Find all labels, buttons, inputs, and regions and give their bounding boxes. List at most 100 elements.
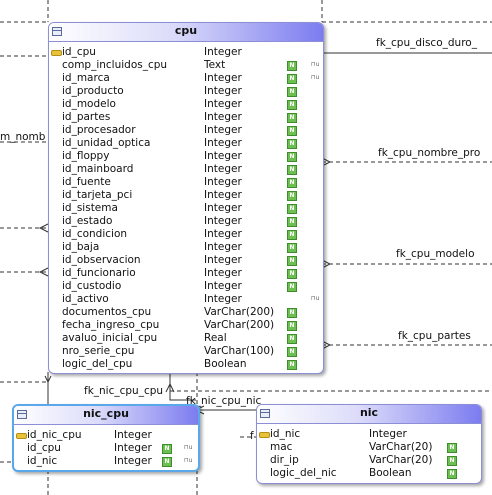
rel-label-fk-nic-cpu-cpu[interactable]: fk_nic_cpu_cpu [84,385,163,397]
key-icon [16,433,27,439]
field-row[interactable]: id_nic Integer [257,428,481,441]
field-name: id_unidad_optica [62,137,151,149]
not-null-icon: N [287,165,297,175]
not-null-icon: N [287,308,297,318]
field-type: Integer [204,241,242,253]
field-row[interactable]: comp_incluidos_cpu Text N ⊓u [49,59,323,72]
field-row[interactable]: id_activo Integer ⊓u [49,293,323,306]
entity-header[interactable]: cpu [49,23,323,42]
field-name: id_custodio [62,280,122,292]
not-null-icon: N [162,457,172,467]
field-name: id_marca [62,72,110,84]
field-row[interactable]: id_modelo Integer N [49,98,323,111]
field-row[interactable]: logic_del_nic Boolean N [257,467,481,480]
field-row[interactable]: id_sistema Integer N [49,202,323,215]
field-row[interactable]: id_partes Integer N [49,111,323,124]
field-row[interactable]: mac VarChar(20) N [257,441,481,454]
field-row[interactable]: id_cpu Integer [49,46,323,59]
entity-title: cpu [174,24,198,37]
foreign-key-icon: ⊓u [184,444,193,451]
not-null-icon: N [287,347,297,357]
field-name: id_estado [62,215,113,227]
entity-nic-cpu[interactable]: nic_cpu id_nic_cpu Integer id_cpu Integer N ⊓… [12,404,200,472]
field-row[interactable]: id_tarjeta_pci Integer N [49,189,323,202]
field-name: id_condicion [62,228,128,240]
field-row[interactable]: id_cpu Integer N ⊓u [14,442,198,455]
field-row[interactable]: id_fuente Integer N [49,176,323,189]
field-type: Integer [204,215,242,227]
field-row[interactable]: id_procesador Integer N [49,124,323,137]
field-name: comp_incluidos_cpu [62,59,168,71]
entity-nic[interactable]: nic id_nic Integer mac VarChar(20) Ndir_ip Va… [256,404,482,484]
field-row[interactable]: id_custodio Integer N [49,280,323,293]
field-name: id_mainboard [62,163,134,175]
field-row[interactable]: id_observacion Integer N [49,254,323,267]
rel-label-partial[interactable]: f [250,430,254,442]
field-row[interactable]: id_producto Integer N [49,85,323,98]
not-null-icon: N [287,87,297,97]
entity-header[interactable]: nic [257,405,481,424]
not-null-icon: N [287,321,297,331]
field-name: documentos_cpu [62,306,152,318]
field-row[interactable]: avaluo_inicial_cpu Real N [49,332,323,345]
field-row[interactable]: id_mainboard Integer N [49,163,323,176]
key-icon [51,50,62,56]
field-row[interactable]: id_estado Integer N [49,215,323,228]
field-name: id_cpu [62,46,96,58]
field-row[interactable]: id_floppy Integer N [49,150,323,163]
not-null-icon: N [287,139,297,149]
field-name: id_procesador [62,124,136,136]
not-null-icon: N [287,178,297,188]
field-type: Integer [204,176,242,188]
field-type: Integer [204,163,242,175]
not-null-icon: N [287,282,297,292]
field-name: id_cpu [27,442,61,454]
not-null-icon: N [447,469,457,479]
entity-header[interactable]: nic_cpu [14,406,198,425]
field-type: Integer [204,267,242,279]
field-row[interactable]: fecha_ingreso_cpu VarChar(200) N [49,319,323,332]
not-null-icon: N [162,444,172,454]
field-type: Real [204,332,227,344]
field-row[interactable]: documentos_cpu VarChar(200) N [49,306,323,319]
field-row[interactable]: nro_serie_cpu VarChar(100) N [49,345,323,358]
field-type: Integer [204,202,242,214]
field-row[interactable]: id_unidad_optica Integer N [49,137,323,150]
rel-label-fk-cpu-partes[interactable]: fk_cpu_partes [398,330,471,342]
field-row[interactable]: id_marca Integer N ⊓u [49,72,323,85]
field-name: id_modelo [62,98,116,110]
foreign-key-icon: ⊓u [184,457,193,464]
entity-title: nic_cpu [83,407,129,420]
field-type: Integer [204,98,242,110]
field-row[interactable]: id_nic Integer N ⊓u [14,455,198,468]
rel-label-fk-cpu-modelo[interactable]: fk_cpu_modelo [396,248,475,260]
field-row[interactable]: id_funcionario Integer N [49,267,323,280]
rel-label-m-nomb[interactable]: m_nomb [0,131,45,143]
field-row[interactable]: id_condicion Integer N [49,228,323,241]
field-type: Integer [204,280,242,292]
field-type: VarChar(20) [369,454,433,466]
not-null-icon: N [287,191,297,201]
field-name: id_nic_cpu [27,429,82,441]
not-null-icon: N [287,217,297,227]
rel-label-fk-cpu-nombre-pro[interactable]: fk_cpu_nombre_pro [378,147,480,159]
not-null-icon: N [287,269,297,279]
field-type: Integer [204,189,242,201]
field-list: id_nic_cpu Integer id_cpu Integer N ⊓u id_nic I… [14,425,198,468]
field-row[interactable]: logic_del_cpu Boolean N [49,358,323,371]
field-row[interactable]: id_baja Integer N [49,241,323,254]
field-row[interactable]: dir_ip VarChar(20) N [257,454,481,467]
diagram-canvas[interactable]: fk_cpu_disco_duro_ m_nomb fk_cpu_nombre_… [0,0,492,495]
field-type: Integer [114,442,152,454]
field-type: Integer [204,228,242,240]
field-name: id_funcionario [62,267,136,279]
rel-label-fk-cpu-disco-duro[interactable]: fk_cpu_disco_duro_ [376,37,477,49]
field-name: logic_del_cpu [62,358,133,370]
field-type: Integer [114,429,152,441]
entity-cpu[interactable]: cpu id_cpu Integer comp_incluidos_cpu Text N… [48,22,324,374]
field-name: nro_serie_cpu [62,345,135,357]
not-null-icon: N [287,256,297,266]
field-type: VarChar(200) [204,319,275,331]
field-row[interactable]: id_nic_cpu Integer [14,429,198,442]
not-null-icon: N [287,74,297,84]
